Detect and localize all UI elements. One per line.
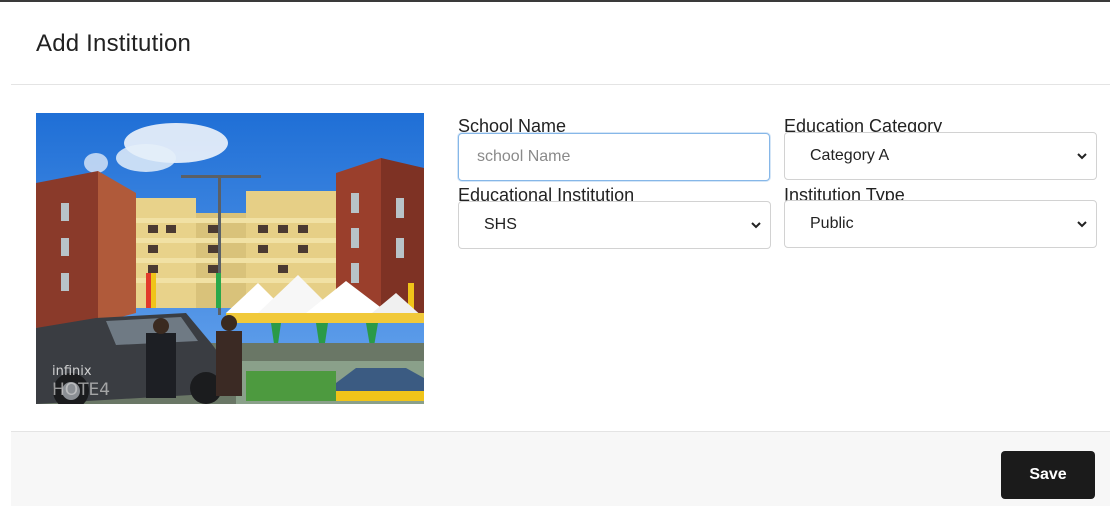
modal-footer: Save — [11, 431, 1110, 506]
institution-type-select[interactable]: Public — [784, 200, 1097, 248]
school-name-input[interactable] — [458, 133, 770, 181]
save-button[interactable]: Save — [1001, 451, 1095, 499]
chevron-down-icon — [1077, 221, 1087, 228]
education-category-value: Category A — [810, 147, 890, 164]
educational-institution-select[interactable]: SHS — [458, 201, 771, 249]
education-category-select[interactable]: Category A — [784, 132, 1097, 180]
modal-header: Add Institution — [11, 2, 1110, 85]
educational-institution-value: SHS — [484, 216, 517, 233]
photo-watermark-brand: infinix — [52, 364, 92, 379]
institution-type-value: Public — [810, 215, 854, 232]
modal-title: Add Institution — [36, 30, 192, 57]
chevron-down-icon — [1077, 153, 1087, 160]
chevron-down-icon — [751, 222, 761, 229]
photo-watermark-model: HOTE4 — [52, 380, 110, 400]
institution-photo: infinix HOTE4 — [36, 113, 424, 404]
add-institution-modal: Add Institution infinix HOTE4 School Nam… — [11, 2, 1110, 506]
